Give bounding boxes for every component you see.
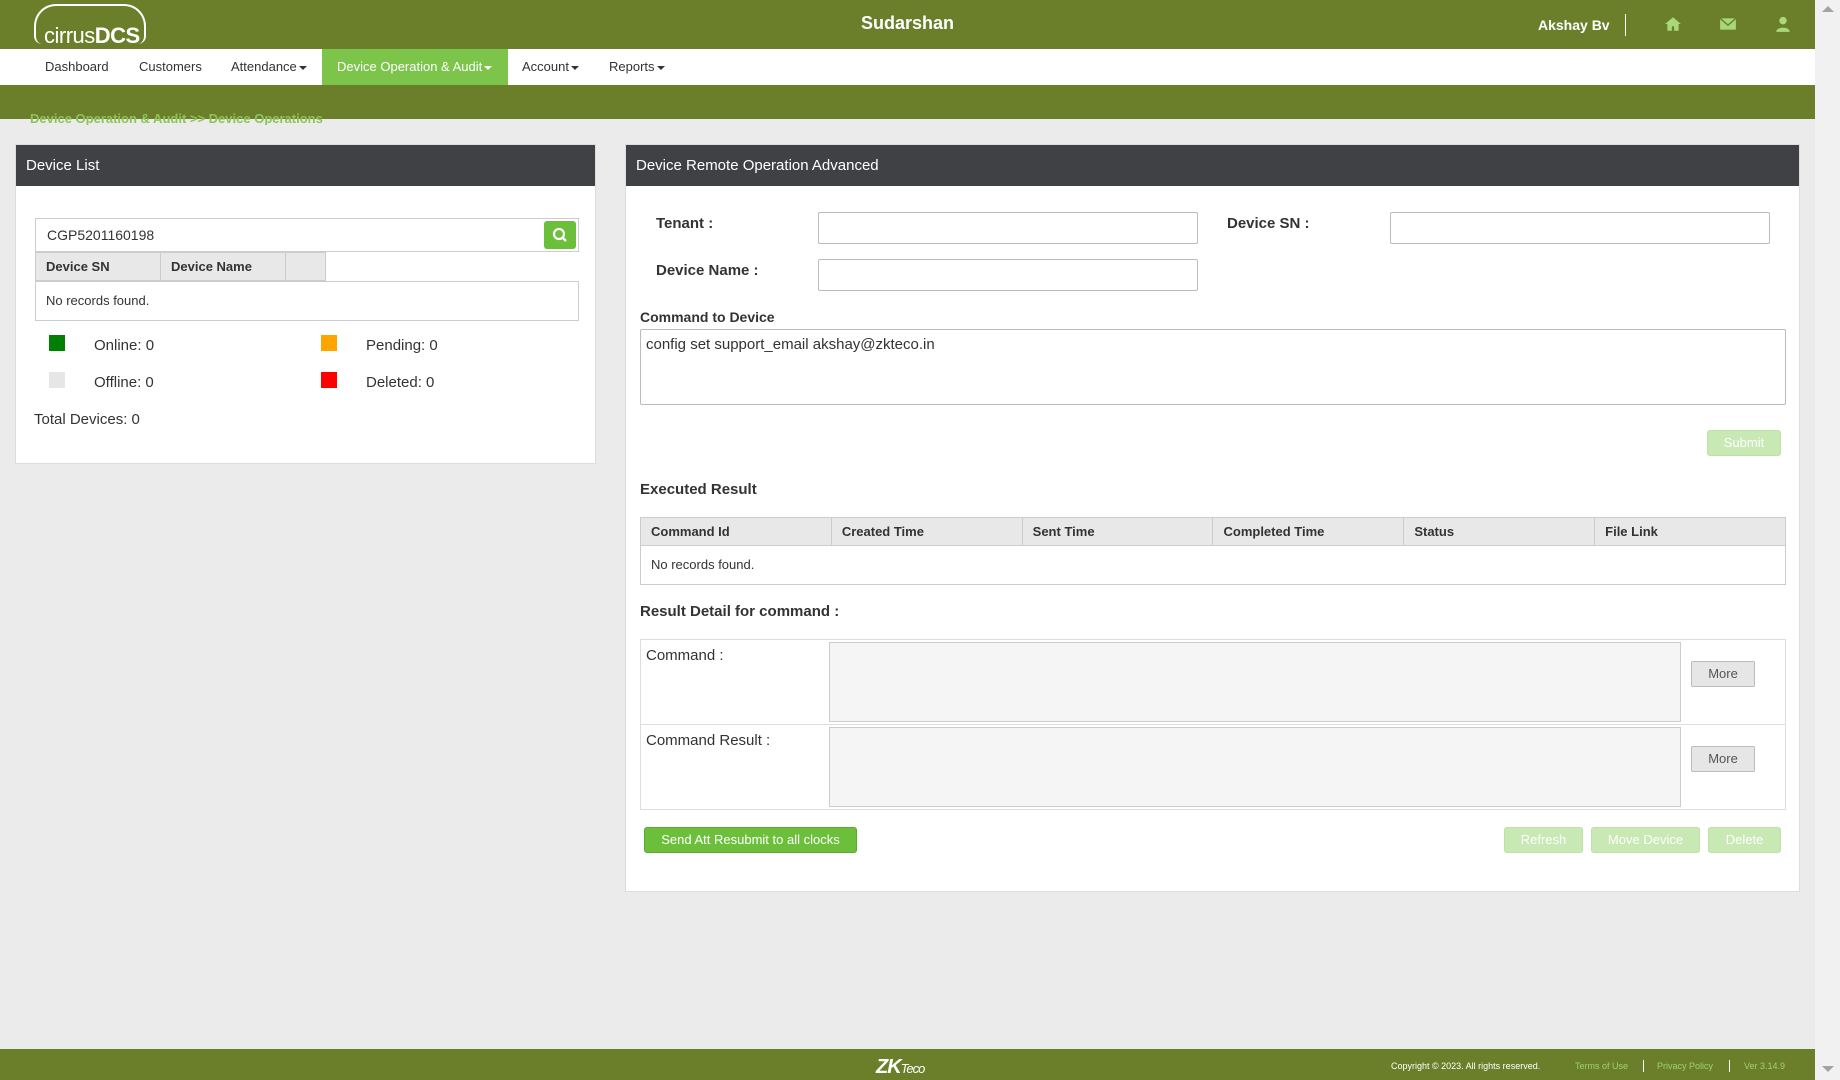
copyright-text: Copyright © 2023. All rights reserved. [1391, 1061, 1541, 1071]
nav-account[interactable]: Account [507, 49, 594, 85]
executed-result-title: Executed Result [640, 481, 757, 498]
device-name-input[interactable] [818, 259, 1198, 291]
privacy-link[interactable]: Privacy Policy [1657, 1061, 1713, 1071]
command-detail-row: Command : More [641, 640, 1785, 725]
header-divider [1625, 14, 1626, 36]
command-result-label: Command Result : [646, 732, 771, 749]
nav-dashboard-label: Dashboard [45, 59, 109, 74]
remote-operation-title: Device Remote Operation Advanced [626, 145, 1799, 186]
zkteco-brand-sub: Teco [900, 1061, 926, 1076]
result-detail-title: Result Detail for command : [640, 603, 840, 620]
col-status[interactable]: Status [1404, 517, 1596, 546]
send-att-resubmit-button[interactable]: Send Att Resubmit to all clocks [644, 827, 857, 853]
submit-button[interactable]: Submit [1707, 430, 1781, 456]
nav-device-operation-label: Device Operation & Audit [337, 59, 483, 74]
device-table: Device SN Device Name No records found. [35, 252, 579, 321]
online-status-swatch [49, 335, 65, 351]
command-textarea[interactable]: config set support_email akshay@zkteco.i… [640, 329, 1786, 405]
command-result-area[interactable] [829, 727, 1681, 807]
chevron-down-icon [656, 65, 665, 70]
nav-attendance-label: Attendance [231, 59, 297, 74]
nav-reports[interactable]: Reports [594, 49, 680, 85]
col-device-sn[interactable]: Device SN [35, 252, 161, 281]
device-sn-label: Device SN : [1227, 215, 1310, 232]
search-icon [552, 227, 567, 242]
terms-link[interactable]: Terms of Use [1575, 1061, 1628, 1071]
col-file-link[interactable]: File Link [1595, 517, 1786, 546]
result-detail-box: Command : More Command Result : More [640, 639, 1786, 810]
nav-customers-label: Customers [139, 59, 202, 74]
pending-count: Pending: 0 [366, 337, 438, 354]
zkteco-brand: ZK [876, 1056, 902, 1078]
command-result-row: Command Result : More [641, 725, 1785, 810]
command-to-device-label: Command to Device [640, 309, 775, 325]
main-nav: Dashboard Customers Attendance Device Op… [0, 49, 1815, 85]
nav-dashboard[interactable]: Dashboard [30, 49, 124, 85]
user-icon[interactable] [1774, 15, 1792, 33]
device-search-value: CGP5201160198 [47, 227, 155, 243]
home-icon[interactable] [1664, 15, 1682, 33]
pending-status-swatch [321, 335, 337, 351]
offline-count: Offline: 0 [94, 374, 154, 391]
mail-icon[interactable] [1719, 15, 1737, 33]
tenant-input[interactable] [818, 212, 1198, 244]
deleted-status-swatch [321, 372, 337, 388]
device-table-header: Device SN Device Name [35, 252, 579, 281]
zkteco-logo: ZKTeco [876, 1056, 926, 1079]
executed-result-header: Command Id Created Time Sent Time Comple… [640, 517, 1786, 546]
chevron-down-icon [570, 65, 579, 70]
page-scrollbar[interactable] [1815, 0, 1840, 1080]
scroll-up-icon[interactable] [1822, 6, 1834, 12]
col-device-name[interactable]: Device Name [161, 252, 286, 281]
command-detail-area[interactable] [829, 642, 1681, 722]
nav-account-label: Account [522, 59, 569, 74]
device-sn-input[interactable] [1390, 212, 1770, 244]
online-count: Online: 0 [94, 337, 155, 354]
chevron-down-icon [484, 65, 493, 70]
tenant-label: Tenant : [656, 215, 714, 232]
top-header: cirrusDCS Sudarshan Akshay Bv [0, 0, 1815, 49]
footer-divider [1729, 1060, 1730, 1072]
executed-result-empty: No records found. [640, 546, 1786, 585]
footer-divider [1643, 1060, 1644, 1072]
move-device-button[interactable]: Move Device [1591, 827, 1700, 853]
breadcrumb-text: Device Operation & Audit >> Device Opera… [30, 113, 323, 125]
device-name-label: Device Name : [656, 262, 759, 279]
search-button[interactable] [544, 221, 576, 249]
col-completed-time[interactable]: Completed Time [1213, 517, 1405, 546]
result-more-button[interactable]: More [1691, 746, 1755, 772]
col-command-id[interactable]: Command Id [640, 517, 832, 546]
breadcrumb: Device Operation & Audit >> Device Opera… [30, 113, 323, 125]
delete-button[interactable]: Delete [1708, 827, 1781, 853]
device-search-input[interactable]: CGP5201160198 [35, 218, 579, 252]
refresh-button[interactable]: Refresh [1504, 827, 1583, 853]
footer: ZKTeco Copyright © 2023. All rights rese… [0, 1049, 1815, 1080]
command-more-button[interactable]: More [1691, 661, 1755, 687]
nav-customers[interactable]: Customers [124, 49, 217, 85]
scroll-down-icon[interactable] [1822, 1066, 1834, 1072]
version-text: Ver 3.14.9 [1744, 1061, 1786, 1071]
user-name[interactable]: Akshay Bv [1538, 17, 1610, 33]
remote-operation-panel: Device Remote Operation Advanced Tenant … [625, 144, 1800, 892]
nav-reports-label: Reports [609, 59, 655, 74]
executed-result-table: Command Id Created Time Sent Time Comple… [640, 517, 1786, 585]
col-created-time[interactable]: Created Time [831, 517, 1023, 546]
offline-status-swatch [49, 372, 65, 388]
chevron-down-icon [298, 65, 307, 70]
total-devices: Total Devices: 0 [34, 411, 140, 428]
device-list-panel: Device List CGP5201160198 Device SN Devi… [15, 144, 596, 464]
command-detail-label: Command : [646, 647, 724, 664]
deleted-count: Deleted: 0 [366, 374, 435, 391]
nav-attendance[interactable]: Attendance [216, 49, 322, 85]
nav-device-operation[interactable]: Device Operation & Audit [322, 49, 508, 85]
device-table-empty: No records found. [35, 281, 579, 321]
device-list-title: Device List [16, 145, 595, 186]
col-sent-time[interactable]: Sent Time [1022, 517, 1214, 546]
col-extra [286, 252, 326, 281]
